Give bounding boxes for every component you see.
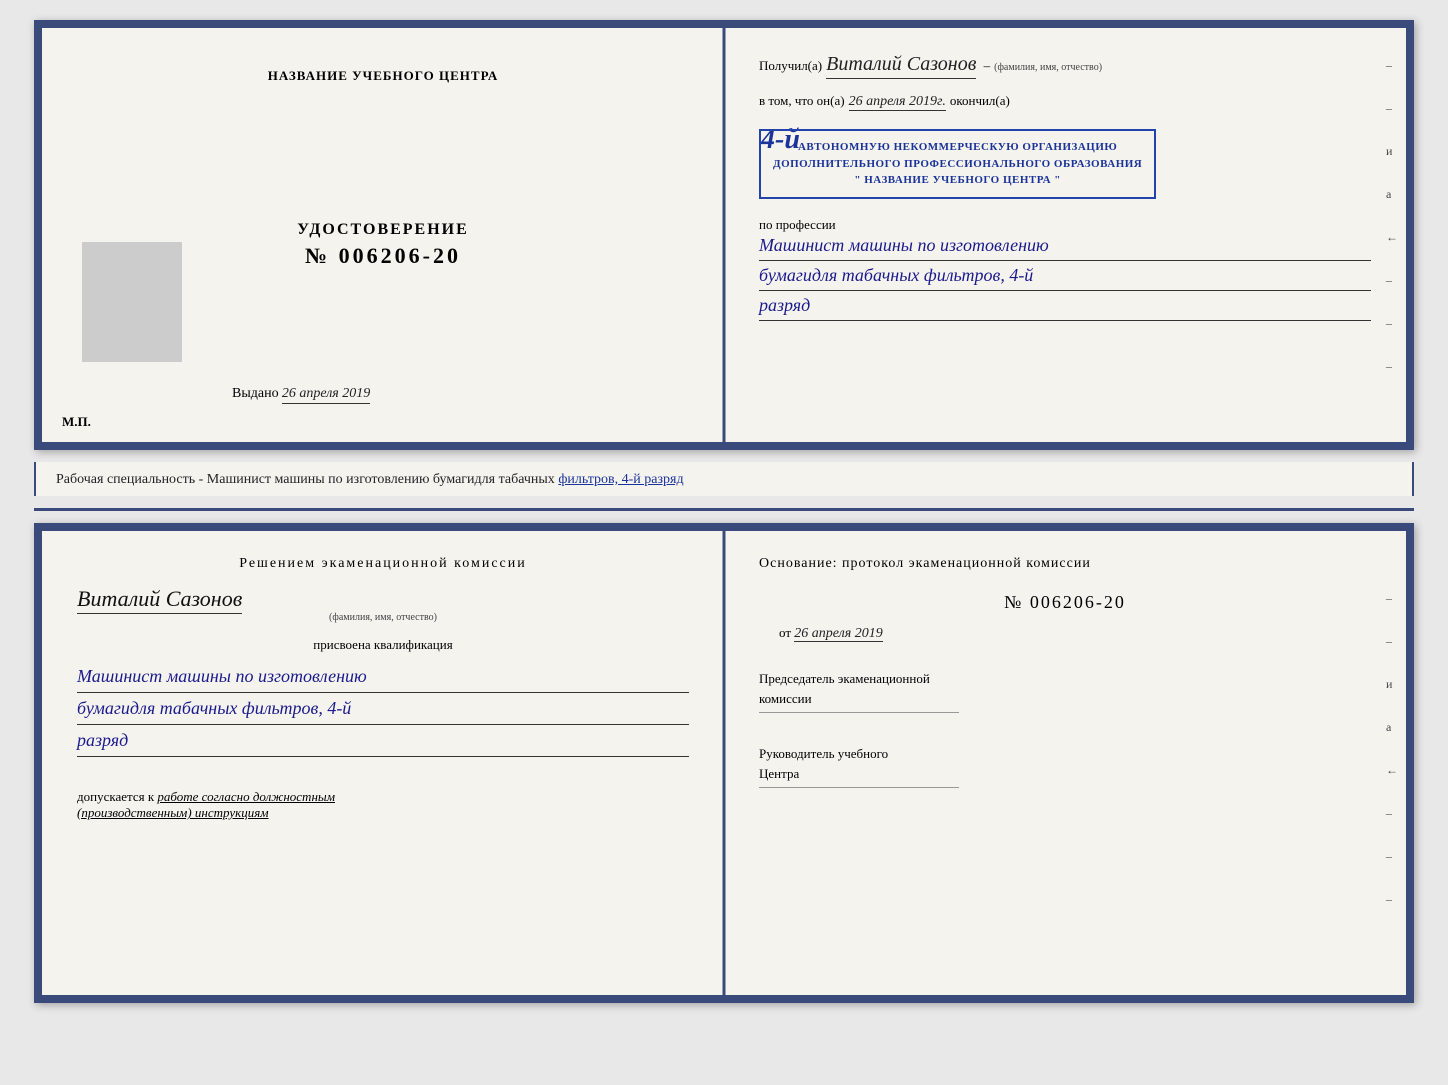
bottom-right-dashes: – – и а ← – – – <box>1386 591 1398 907</box>
issued-text: Выдано <box>232 386 279 401</box>
profession-label: по профессии <box>759 217 1371 233</box>
cert-block: УДОСТОВЕРЕНИЕ № 006206-20 <box>297 221 469 269</box>
tom-date: 26 апреля 2019г. <box>849 94 946 111</box>
qualification-block: Машинист машины по изготовлению бумагидл… <box>77 663 689 759</box>
tom-line: в том, что он(а) 26 апреля 2019г. окончи… <box>759 93 1371 111</box>
director-block: Руководитель учебного Центра <box>759 744 1371 792</box>
tom-suffix: окончил(а) <box>950 93 1010 109</box>
date-line: от 26 апреля 2019 <box>779 625 1371 642</box>
top-right-dashes: – – и а ← – – – <box>1386 58 1398 374</box>
decision-title: Решением экаменационной комиссии <box>77 556 689 572</box>
qual-line2: бумагидля табачных фильтров, 4-й <box>77 695 689 725</box>
top-left-panel: НАЗВАНИЕ УЧЕБНОГО ЦЕНТРА УДОСТОВЕРЕНИЕ №… <box>42 28 724 442</box>
middle-text-block: Рабочая специальность - Машинист машины … <box>34 462 1414 496</box>
director-label: Руководитель учебного Центра <box>759 744 1371 783</box>
stamp-text-line2: АВТОНОМНУЮ НЕКОММЕРЧЕСКУЮ ОРГАНИЗАЦИЮ <box>773 139 1142 156</box>
protocol-number: № 006206-20 <box>759 592 1371 613</box>
allowed-block: допускается к работе согласно должностны… <box>77 789 689 821</box>
stamp-block: 4-й АВТОНОМНУЮ НЕКОММЕРЧЕСКУЮ ОРГАНИЗАЦИ… <box>759 129 1371 199</box>
profession-line1: Машинист машины по изготовлению <box>759 233 1371 261</box>
recipient-sub: (фамилия, имя, отчество) <box>994 62 1102 73</box>
received-line: Получил(а) Виталий Сазонов – (фамилия, и… <box>759 53 1371 79</box>
date-value: 26 апреля 2019 <box>794 626 882 642</box>
stamp-text-line3: ДОПОЛНИТЕЛЬНОГО ПРОФЕССИОНАЛЬНОГО ОБРАЗО… <box>773 156 1142 173</box>
top-right-panel: Получил(а) Виталий Сазонов – (фамилия, и… <box>724 28 1406 442</box>
basis-title: Основание: протокол экаменационной комис… <box>759 556 1371 572</box>
mp-label: М.П. <box>62 414 91 430</box>
horizontal-separator <box>34 508 1414 511</box>
bottom-right-panel: Основание: протокол экаменационной комис… <box>724 531 1406 995</box>
stamp-rect: АВТОНОМНУЮ НЕКОММЕРЧЕСКУЮ ОРГАНИЗАЦИЮ ДО… <box>759 129 1156 199</box>
bottom-left-panel: Решением экаменационной комиссии Виталий… <box>42 531 724 995</box>
chair-label: Председатель экаменационной комиссии <box>759 669 1371 708</box>
person-name: Виталий Сазонов <box>77 586 242 614</box>
qual-line1: Машинист машины по изготовлению <box>77 663 689 693</box>
date-prefix: от <box>779 625 791 640</box>
cert-label: УДОСТОВЕРЕНИЕ <box>297 221 469 239</box>
director-sig-line <box>759 787 959 788</box>
stamp-text-line4: " НАЗВАНИЕ УЧЕБНОГО ЦЕНТРА " <box>773 172 1142 189</box>
name-block: Виталий Сазонов (фамилия, имя, отчество) <box>77 586 689 623</box>
qual-line3: разряд <box>77 727 689 757</box>
photo-placeholder <box>82 242 182 362</box>
cert-number: № 006206-20 <box>297 243 469 269</box>
allowed-prefix: допускается к <box>77 789 154 804</box>
profession-line3: разряд <box>759 293 1371 321</box>
received-prefix: Получил(а) <box>759 58 822 74</box>
tom-prefix: в том, что он(а) <box>759 93 845 109</box>
specialty-underlined: фильтров, 4-й разряд <box>558 472 683 487</box>
profession-section: по профессии Машинист машины по изготовл… <box>759 217 1371 324</box>
specialty-text: Рабочая специальность - Машинист машины … <box>56 472 684 487</box>
top-document: НАЗВАНИЕ УЧЕБНОГО ЦЕНТРА УДОСТОВЕРЕНИЕ №… <box>34 20 1414 450</box>
issued-line: Выдано 26 апреля 2019 <box>232 385 370 402</box>
top-left-title: НАЗВАНИЕ УЧЕБНОГО ЦЕНТРА <box>268 68 499 84</box>
bottom-document: Решением экаменационной комиссии Виталий… <box>34 523 1414 1003</box>
allowed-text2: (производственным) инструкциям <box>77 805 269 820</box>
profession-line2: бумагидля табачных фильтров, 4-й <box>759 263 1371 291</box>
allowed-text: работе согласно должностным <box>157 789 335 804</box>
assigned-label: присвоена квалификация <box>77 637 689 653</box>
issued-date: 26 апреля 2019 <box>282 386 370 404</box>
recipient-name: Виталий Сазонов <box>826 53 976 79</box>
chair-sig-line <box>759 712 959 713</box>
chair-block: Председатель экаменационной комиссии <box>759 669 1371 717</box>
